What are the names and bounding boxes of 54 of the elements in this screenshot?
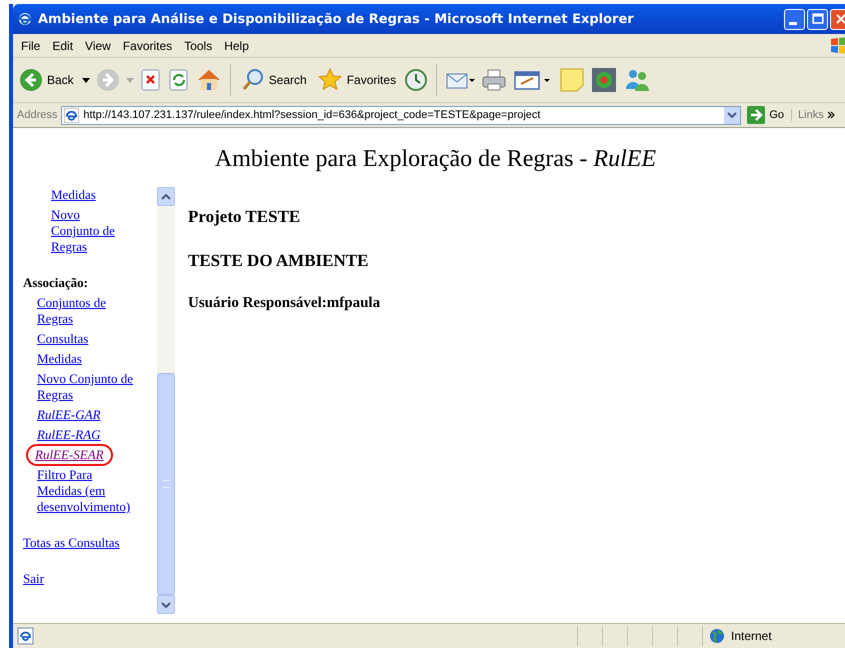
address-field[interactable]: http://143.107.231.137/rulee/index.html?session_id=636&project_code=TESTE&page=project <box>61 106 742 124</box>
nav-link[interactable]: RulEE-RAG <box>37 427 101 443</box>
zone-label: Internet <box>731 629 772 643</box>
page-icon <box>64 108 80 122</box>
links-button[interactable]: Links <box>791 109 824 121</box>
nav-link[interactable]: Medidas <box>37 351 82 367</box>
owner-text: Usuário Responsável:mfpaula <box>188 295 380 312</box>
nav-link[interactable]: Sair <box>23 571 44 587</box>
go-button[interactable]: Go <box>745 106 788 124</box>
go-arrow-icon <box>747 106 766 124</box>
address-label: Address <box>17 109 58 121</box>
favorites-button[interactable]: Favorites <box>314 66 398 94</box>
minimize-icon <box>788 22 796 24</box>
nav-link[interactable]: Filtro Para Medidas (em desenvolvimento) <box>37 467 135 515</box>
history-icon[interactable] <box>404 68 428 92</box>
nav-link[interactable]: RulEE-GAR <box>37 407 101 423</box>
nav-link[interactable]: Novo Conjunto de Regras <box>37 371 135 403</box>
menu-item[interactable]: View <box>81 38 119 52</box>
page-icon <box>17 627 35 645</box>
maximize-icon <box>810 11 826 27</box>
nav-link[interactable]: Totas as Consultas <box>23 535 120 551</box>
maximize-button[interactable] <box>807 8 828 30</box>
project-subtitle: TESTE DO AMBIENTE <box>188 251 370 271</box>
page-heading: Ambiente para Exploração de Regras - RulEE <box>214 146 658 173</box>
circled-link[interactable]: RulEE-SEAR <box>29 447 110 463</box>
nav-link[interactable]: Conjuntos de Regras <box>37 295 135 327</box>
menu-item[interactable]: Favorites <box>118 38 180 52</box>
nav-link[interactable]: Medidas <box>51 187 96 203</box>
section-heading: Associação: <box>23 275 89 291</box>
globe-icon <box>709 628 725 644</box>
minimize-button[interactable] <box>784 8 805 30</box>
close-button[interactable] <box>830 8 845 30</box>
project-title: Projeto TESTE <box>188 207 302 227</box>
nav-link[interactable]: Novo Conjunto de Regras <box>51 207 131 255</box>
people-icon[interactable] <box>623 67 652 93</box>
dropdown-icon[interactable] <box>82 78 90 82</box>
search-icon <box>240 68 265 92</box>
menu-item[interactable]: Edit <box>48 38 82 52</box>
back-button[interactable]: Back <box>17 66 76 94</box>
printer-icon[interactable] <box>481 68 508 92</box>
star-icon <box>316 68 343 92</box>
refresh-icon[interactable] <box>168 69 190 91</box>
stop-icon[interactable] <box>140 69 162 91</box>
scrollbar[interactable] <box>157 187 175 614</box>
menu-item[interactable]: Tools <box>180 38 220 52</box>
menu-item[interactable]: File <box>17 38 48 52</box>
home-icon[interactable] <box>196 68 222 92</box>
window-title: Ambiente para Análise e Disponibilização de Regras - Microsoft Internet Explorer <box>38 12 635 26</box>
browser-icon <box>17 11 33 27</box>
windows-logo-icon <box>829 35 845 55</box>
menu-item[interactable]: Help <box>220 38 257 52</box>
search-button[interactable]: Search <box>238 66 309 94</box>
nav-link[interactable]: Consultas <box>37 331 88 347</box>
chevron-icon[interactable] <box>828 111 835 119</box>
